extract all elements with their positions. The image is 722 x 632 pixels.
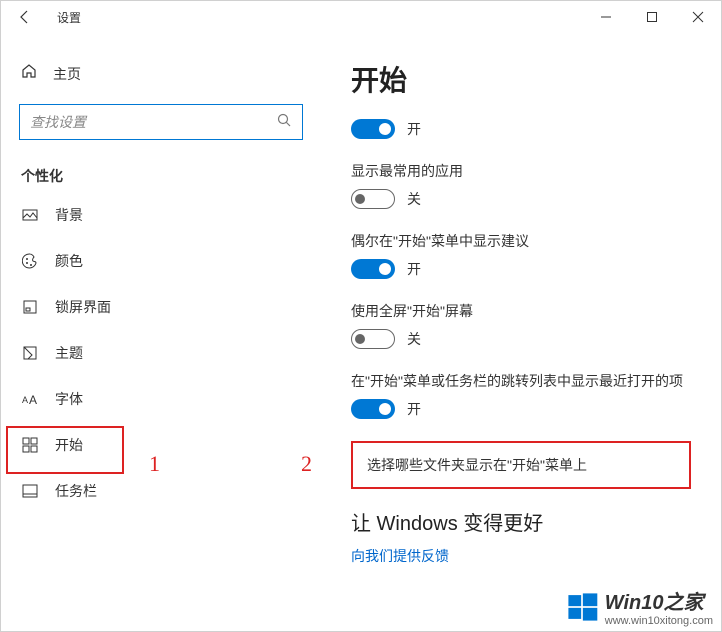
watermark-url: www.win10xitong.com [605,615,713,627]
search-input[interactable] [30,114,276,130]
toggle-state-text: 关 [407,329,421,349]
setting-label: 在"开始"菜单或任务栏的跳转列表中显示最近打开的项 [351,371,691,391]
toggle-jumplist[interactable] [351,399,395,419]
taskbar-icon [21,483,39,499]
page-title: 开始 [351,59,691,99]
image-icon [21,207,39,223]
toggle-fullscreen[interactable] [351,329,395,349]
category-label: 个性化 [1,150,321,192]
windows-logo-icon [565,590,599,624]
font-icon: AA [21,392,39,406]
home-icon [21,63,37,84]
sidebar-item-label: 任务栏 [55,481,97,501]
feedback-link[interactable]: 向我们提供反馈 [351,546,691,566]
svg-text:A: A [22,395,28,405]
home-label: 主页 [53,64,81,84]
minimize-button[interactable] [583,1,629,33]
theme-icon [21,345,39,361]
toggle-show-more-tiles[interactable] [351,119,395,139]
home-link[interactable]: 主页 [1,53,321,94]
sidebar-item-themes[interactable]: 主题 [1,330,321,376]
palette-icon [21,253,39,269]
sidebar-item-start[interactable]: 开始 [1,422,321,468]
setting-label: 偶尔在"开始"菜单中显示建议 [351,231,691,251]
sidebar-item-fonts[interactable]: AA 字体 [1,376,321,422]
toggle-state-text: 开 [407,399,421,419]
sidebar-item-taskbar[interactable]: 任务栏 [1,468,321,514]
sidebar-item-lockscreen[interactable]: 锁屏界面 [1,284,321,330]
setting-label: 使用全屏"开始"屏幕 [351,301,691,321]
close-button[interactable] [675,1,721,33]
search-box[interactable] [19,104,303,140]
sidebar-item-label: 颜色 [55,251,83,271]
toggle-suggestions[interactable] [351,259,395,279]
section-title: 让 Windows 变得更好 [351,507,691,536]
setting-label: 显示最常用的应用 [351,161,691,181]
sidebar-item-background[interactable]: 背景 [1,192,321,238]
link-text: 选择哪些文件夹显示在"开始"菜单上 [367,457,587,473]
sidebar-item-label: 字体 [55,389,83,409]
sidebar: 主页 个性化 背景 颜色 锁屏界面 主题 AA 字体 [1,33,321,631]
toggle-state-text: 开 [407,119,421,139]
back-button[interactable] [9,1,41,33]
sidebar-item-label: 背景 [55,205,83,225]
maximize-button[interactable] [629,1,675,33]
watermark-brand: Win10之家 [605,592,704,614]
sidebar-item-label: 锁屏界面 [55,297,111,317]
search-icon [276,112,292,133]
choose-folders-link[interactable]: 选择哪些文件夹显示在"开始"菜单上 [351,441,691,489]
annotation-number-2: 2 [301,451,312,477]
toggle-state-text: 关 [407,189,421,209]
content-pane: 开始 开 显示最常用的应用 关 偶尔在"开始"菜单中显示建议 开 使 [321,33,721,631]
watermark: Win10之家 www.win10xitong.com [565,586,713,627]
sidebar-item-colors[interactable]: 颜色 [1,238,321,284]
sidebar-item-label: 主题 [55,343,83,363]
sidebar-item-label: 开始 [55,435,83,455]
svg-text:A: A [29,393,37,406]
annotation-number-1: 1 [149,451,160,477]
start-icon [21,437,39,453]
window-title: 设置 [57,9,81,26]
toggle-state-text: 开 [407,259,421,279]
toggle-most-used[interactable] [351,189,395,209]
lockscreen-icon [21,299,39,315]
